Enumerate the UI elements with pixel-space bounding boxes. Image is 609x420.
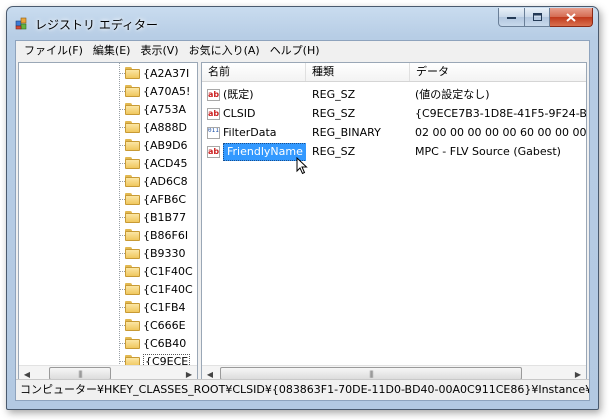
folder-icon xyxy=(125,175,140,187)
close-icon xyxy=(566,12,576,22)
value-data-cell: 02 00 00 00 00 00 60 00 00 00 00 xyxy=(415,126,587,139)
column-header: 名前 種類 データ xyxy=(202,63,586,82)
maximize-icon xyxy=(532,13,542,21)
value-row[interactable]: ab (既定) REG_SZ (値の設定なし) xyxy=(202,85,586,104)
mouse-pointer-icon xyxy=(296,157,308,175)
tree-item[interactable]: {AB9D6 xyxy=(119,136,188,154)
tree-item-label: {B1B77 xyxy=(143,210,187,224)
tree-item-label: {AFB6C xyxy=(143,192,187,206)
folder-icon xyxy=(125,283,140,295)
close-button[interactable] xyxy=(550,8,593,27)
tree-item[interactable]: {C1F40C xyxy=(119,262,193,280)
tree-item[interactable]: {B9330 xyxy=(119,244,186,262)
tree-item-label: {C1FB4 xyxy=(143,300,186,314)
folder-icon xyxy=(125,247,140,259)
value-row[interactable]: ab CLSID REG_SZ {C9ECE7B3-1D8E-41F5-9F24-B2… xyxy=(202,104,586,123)
maximize-button[interactable] xyxy=(525,8,550,27)
tree-item-label: {AD6C8 xyxy=(143,174,188,188)
tree-item[interactable]: {A888D xyxy=(119,118,187,136)
tree-item-label: {C1F40C xyxy=(143,282,193,296)
tree-item[interactable]: {A2A37I xyxy=(119,64,189,82)
menu-bar: ファイル(F) 編集(E) 表示(V) お気に入り(A) ヘルプ(H) xyxy=(16,41,589,61)
value-data-cell: (値の設定なし) xyxy=(415,88,490,101)
minimize-button[interactable] xyxy=(498,8,525,27)
menu-edit[interactable]: 編集(E) xyxy=(88,42,136,60)
value-name-label: FriendlyName xyxy=(223,142,306,161)
value-type-cell: REG_BINARY xyxy=(312,126,381,139)
value-name-label: FilterData xyxy=(223,126,277,139)
minimize-icon xyxy=(507,17,516,19)
tree-item-label: {B9330 xyxy=(143,246,186,260)
string-value-icon: ab xyxy=(207,145,220,158)
value-name-cell[interactable]: 011 110FilterData xyxy=(207,123,306,142)
tree-item[interactable]: {A753A xyxy=(119,100,186,118)
value-name-cell[interactable]: ab FriendlyName xyxy=(207,142,306,161)
value-row[interactable]: ab FriendlyName REG_SZ MPC - FLV Source (Ga… xyxy=(202,142,586,161)
tree-item[interactable]: {A70A5! xyxy=(119,82,190,100)
folder-icon xyxy=(125,67,140,79)
value-name-label: (既定) xyxy=(223,88,254,101)
tree-item-label: {A753A xyxy=(143,102,187,116)
value-name-cell[interactable]: ab CLSID xyxy=(207,104,306,123)
value-row[interactable]: 011 110FilterData REG_BINARY 02 00 00 00 0… xyxy=(202,123,586,142)
tree-item[interactable]: {C1FB4 xyxy=(119,298,186,316)
folder-icon xyxy=(125,229,140,241)
value-data-cell: MPC - FLV Source (Gabest) xyxy=(415,145,561,158)
folder-icon xyxy=(125,139,140,151)
title-bar[interactable]: レジストリ エディター xyxy=(7,7,598,39)
folder-icon xyxy=(125,103,140,115)
key-tree-pane[interactable]: {A2A37I {A70A5! {A753A {A888D {AB9D6 {ACD45 {A… xyxy=(18,62,198,383)
folder-icon xyxy=(125,301,140,313)
folder-icon xyxy=(125,121,140,133)
folder-icon xyxy=(125,319,140,331)
folder-icon xyxy=(125,157,140,169)
tree-item-label: {A70A5! xyxy=(143,84,191,98)
tree-item[interactable]: {AFB6C xyxy=(119,190,186,208)
registry-editor-icon xyxy=(15,17,27,30)
tree-item-label: {C1F40C xyxy=(143,264,193,278)
values-list-pane[interactable]: 名前 種類 データ ab (既定) REG_SZ (値の設定なし) ab CLSID REG… xyxy=(201,62,587,383)
menu-file[interactable]: ファイル(F) xyxy=(19,42,88,60)
tree-item[interactable]: {B86F6I xyxy=(119,226,188,244)
column-name-header[interactable]: 名前 xyxy=(202,63,306,81)
status-bar-path: コンピューター¥HKEY_CLASSES_ROOT¥CLSID¥{083863F… xyxy=(16,379,589,400)
menu-view[interactable]: 表示(V) xyxy=(135,42,183,60)
value-name-cell[interactable]: ab (既定) xyxy=(207,85,306,104)
tree-item-label: {A2A37I xyxy=(143,66,190,80)
folder-icon xyxy=(125,337,140,349)
folder-icon xyxy=(125,265,140,277)
value-name-label: CLSID xyxy=(223,107,256,120)
tree-item[interactable]: {B1B77 xyxy=(119,208,186,226)
folder-icon xyxy=(125,193,140,205)
column-data-header[interactable]: データ xyxy=(410,63,586,81)
folder-icon xyxy=(125,85,140,97)
menu-favorites[interactable]: お気に入り(A) xyxy=(184,42,265,60)
tree-item[interactable]: {ACD45 xyxy=(119,154,187,172)
registry-editor-window: レジストリ エディター ファイル(F) 編集(E) 表示(V) お気に入り(A)… xyxy=(6,6,599,410)
tree-item-label: {C6B40 xyxy=(143,336,187,350)
tree-item[interactable]: {C666E xyxy=(119,316,186,334)
value-type-cell: REG_SZ xyxy=(312,88,356,101)
tree-item-label: {A888D xyxy=(143,120,187,134)
tree-item[interactable]: {C1F40C xyxy=(119,280,193,298)
value-data-cell: {C9ECE7B3-1D8E-41F5-9F24-B25 xyxy=(415,107,587,120)
menu-help[interactable]: ヘルプ(H) xyxy=(265,42,325,60)
tree-item-label: {B86F6I xyxy=(143,228,189,242)
tree-item-label: {C666E xyxy=(143,318,186,332)
window-title: レジストリ エディター xyxy=(35,18,158,32)
folder-icon xyxy=(125,211,140,223)
binary-value-icon: 011 110 xyxy=(207,126,220,139)
value-type-cell: REG_SZ xyxy=(312,145,356,158)
string-value-icon: ab xyxy=(207,107,220,120)
tree-item-label: {ACD45 xyxy=(143,156,188,170)
tree-item-label: {AB9D6 xyxy=(143,138,188,152)
client-area: ファイル(F) 編集(E) 表示(V) お気に入り(A) ヘルプ(H) {A2A… xyxy=(15,40,590,401)
tree-item[interactable]: {C6B40 xyxy=(119,334,186,352)
tree-item[interactable]: {AD6C8 xyxy=(119,172,188,190)
value-type-cell: REG_SZ xyxy=(312,107,356,120)
column-type-header[interactable]: 種類 xyxy=(306,63,410,81)
string-value-icon: ab xyxy=(207,88,220,101)
